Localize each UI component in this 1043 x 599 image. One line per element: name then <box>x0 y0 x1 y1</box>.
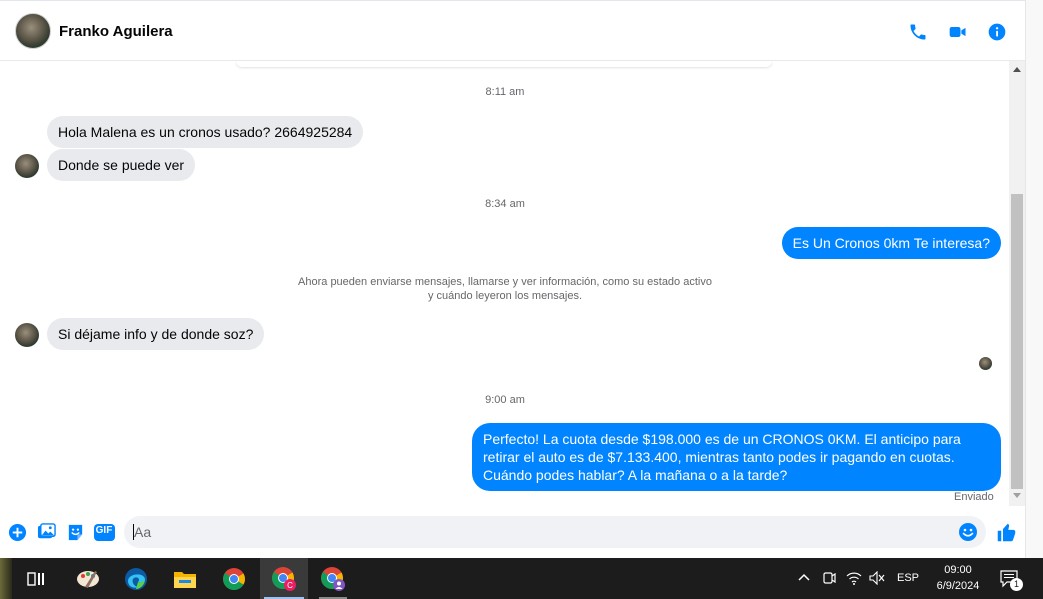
gif-label: GIF <box>95 525 113 536</box>
notification-center-icon[interactable]: 1 <box>1000 570 1024 591</box>
desktop-edge <box>0 558 12 599</box>
incoming-message[interactable]: Hola Malena es un cronos usado? 26649252… <box>47 116 364 148</box>
clock-date: 6/9/2024 <box>936 580 980 592</box>
svg-text:C: C <box>287 581 293 590</box>
task-view-icon[interactable] <box>12 558 60 599</box>
wifi-icon[interactable] <box>846 571 864 587</box>
timestamp: 9:00 am <box>485 394 525 406</box>
incoming-message[interactable]: Donde se puede ver <box>47 149 196 181</box>
file-explorer-icon[interactable] <box>161 558 209 599</box>
message-input[interactable] <box>134 516 944 548</box>
message-status: Enviado <box>954 491 994 503</box>
contact-avatar[interactable] <box>15 13 51 49</box>
emoji-icon[interactable] <box>958 522 978 542</box>
window-edge <box>1025 0 1043 558</box>
volume-muted-icon[interactable] <box>869 570 887 587</box>
gif-icon[interactable]: GIF <box>93 522 115 542</box>
image-icon[interactable] <box>36 522 56 542</box>
timestamp: 8:34 am <box>485 198 525 210</box>
plus-circle-icon[interactable] <box>7 522 27 542</box>
phone-icon[interactable] <box>907 21 929 43</box>
previous-message-edge <box>236 61 772 67</box>
sticker-icon[interactable] <box>65 522 85 542</box>
windows-taskbar: C ESP <box>0 558 1043 599</box>
scroll-thumb[interactable] <box>1011 194 1023 489</box>
system-clock[interactable]: 09:00 6/9/2024 <box>928 562 988 594</box>
scroll-down-arrow-icon[interactable] <box>1009 489 1025 503</box>
info-notice: Ahora pueden enviarse mensajes, llamarse… <box>280 275 730 303</box>
clock-time: 09:00 <box>944 564 972 576</box>
input-language[interactable]: ESP <box>897 572 919 584</box>
chrome-profile-c-icon[interactable]: C <box>260 558 308 599</box>
info-icon[interactable] <box>986 21 1008 43</box>
thumbs-up-icon[interactable] <box>995 521 1017 543</box>
outgoing-message[interactable]: Es Un Cronos 0km Te interesa? <box>781 227 1001 259</box>
chevron-up-icon[interactable] <box>797 571 813 587</box>
paint-icon[interactable] <box>64 558 112 599</box>
chrome-profile-2-icon[interactable] <box>309 558 357 599</box>
info-notice-line: y cuándo leyeron los mensajes. <box>427 290 583 302</box>
chat-scrollbar[interactable] <box>1009 61 1025 506</box>
edge-icon[interactable] <box>112 558 160 599</box>
contact-name[interactable]: Franko Aguilera <box>59 23 173 40</box>
seen-indicator-avatar <box>979 357 992 370</box>
scroll-up-arrow-icon[interactable] <box>1009 62 1025 76</box>
sender-avatar <box>15 323 39 347</box>
meet-now-icon[interactable] <box>822 570 838 588</box>
conversation-header: Franko Aguilera <box>0 0 1025 61</box>
chrome-icon[interactable] <box>210 558 258 599</box>
outgoing-message[interactable]: Perfecto! La cuota desde $198.000 es de … <box>472 423 1001 491</box>
notification-count-badge: 1 <box>1010 578 1023 591</box>
message-composer: GIF <box>0 506 1025 558</box>
sender-avatar <box>15 154 39 178</box>
incoming-message[interactable]: Si déjame info y de donde soz? <box>47 318 265 350</box>
message-list[interactable]: 8:11 am Hola Malena es un cronos usado? … <box>0 61 1025 506</box>
video-camera-icon[interactable] <box>947 21 969 43</box>
info-notice-line: Ahora pueden enviarse mensajes, llamarse… <box>298 276 712 288</box>
message-input-container[interactable] <box>124 516 986 548</box>
timestamp: 8:11 am <box>485 86 525 98</box>
